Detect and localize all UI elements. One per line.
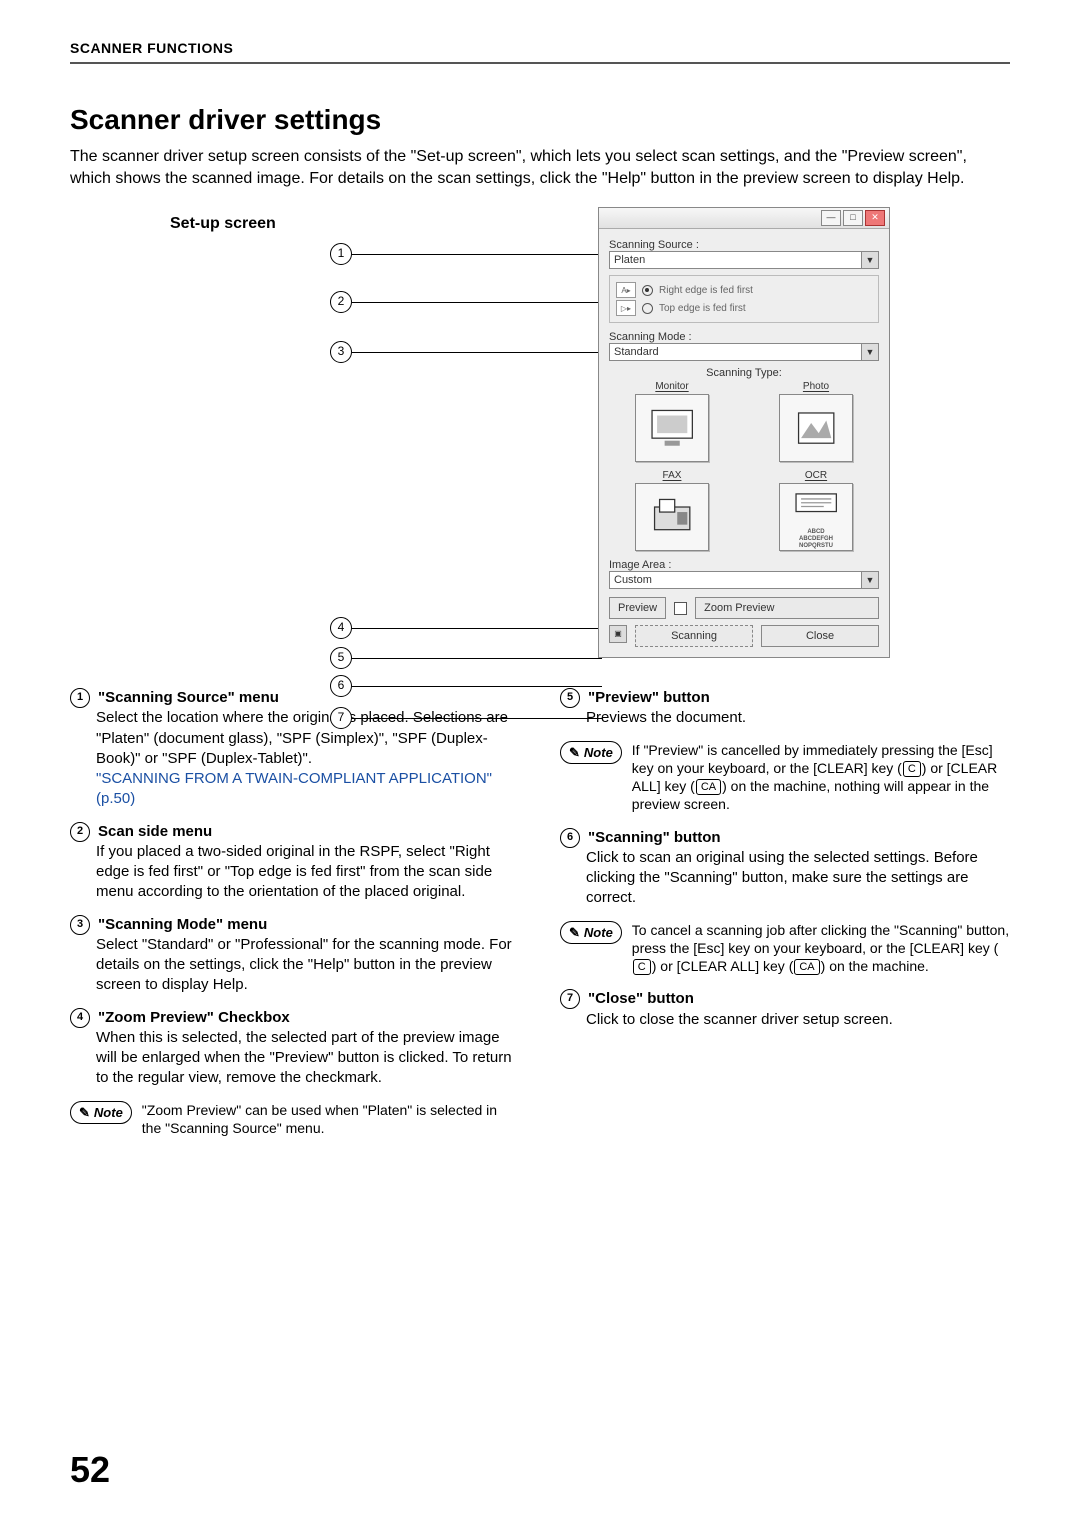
feed-side-group: A▸ Right edge is fed first ▷▸ Top edge i… <box>609 275 879 323</box>
feed-radio-top[interactable] <box>642 303 653 314</box>
type-photo[interactable]: Photo <box>753 381 879 462</box>
callout-1: 1 <box>330 243 352 265</box>
callout-2: 2 <box>330 291 352 313</box>
callout-7: 7 <box>330 707 352 729</box>
feed-label-right: Right edge is fed first <box>659 285 753 296</box>
type-fax[interactable]: FAX <box>609 470 735 551</box>
scanning-type-label: Scanning Type: <box>609 367 879 379</box>
item-head-5: "Preview" button <box>588 688 710 708</box>
type-ocr-label: OCR <box>753 470 879 481</box>
item-body-3: Select "Standard" or "Professional" for … <box>96 935 520 996</box>
item-number-1: 1 <box>70 688 90 708</box>
item-head-4: "Zoom Preview" Checkbox <box>98 1008 290 1028</box>
item-number-6: 6 <box>560 828 580 848</box>
page-number: 52 <box>70 1449 110 1491</box>
preview-button[interactable]: Preview <box>609 597 666 619</box>
item-number-7: 7 <box>560 989 580 1009</box>
type-ocr[interactable]: OCR ABCDABCDEFGHNOPQRSTU <box>753 470 879 551</box>
scanning-note: To cancel a scanning job after clicking … <box>632 921 1010 976</box>
feed-label-top: Top edge is fed first <box>659 303 746 314</box>
dialog-titlebar: — □ ✕ <box>599 208 889 229</box>
feed-icon-top: ▷▸ <box>616 300 636 316</box>
callout-4: 4 <box>330 617 352 639</box>
item-body-6: Click to scan an original using the sele… <box>586 848 1010 909</box>
item-number-3: 3 <box>70 915 90 935</box>
maximize-button[interactable]: □ <box>843 210 863 226</box>
zoom-preview-button[interactable]: Zoom Preview <box>695 597 879 619</box>
right-column: 5 "Preview" button Previews the document… <box>560 688 1010 1137</box>
setup-screen-label: Set-up screen <box>170 215 276 233</box>
item-number-2: 2 <box>70 822 90 842</box>
item-body-4: When this is selected, the selected part… <box>96 1028 520 1089</box>
note-badge: Note <box>70 1101 132 1125</box>
photo-icon <box>779 394 853 462</box>
type-photo-label: Photo <box>753 381 879 392</box>
fax-icon <box>635 483 709 551</box>
close-button[interactable]: Close <box>761 625 879 647</box>
type-fax-label: FAX <box>609 470 735 481</box>
item-head-7: "Close" button <box>588 989 694 1009</box>
section-title: Scanner driver settings <box>70 104 1010 136</box>
ocr-icon: ABCDABCDEFGHNOPQRSTU <box>779 483 853 551</box>
note-badge: Note <box>560 921 622 945</box>
item-body-5: Previews the document. <box>586 708 1010 728</box>
scanner-setup-dialog: — □ ✕ Scanning Source : Platen ▼ A▸ Righ… <box>598 207 890 658</box>
item-head-2: Scan side menu <box>98 822 212 842</box>
item-body-2: If you placed a two-sided original in th… <box>96 842 520 903</box>
scanning-mode-value: Standard <box>614 346 659 358</box>
scanning-mode-combo[interactable]: Standard ▼ <box>609 343 879 361</box>
zoom-preview-checkbox[interactable] <box>674 602 687 615</box>
note-badge: Note <box>560 741 622 765</box>
dialog-wrapper: 1 2 3 4 5 6 7 — <box>330 207 890 658</box>
item-head-1: "Scanning Source" menu <box>98 688 279 708</box>
scanning-mode-label: Scanning Mode : <box>609 331 879 343</box>
item-head-3: "Scanning Mode" menu <box>98 915 267 935</box>
type-monitor[interactable]: Monitor <box>609 381 735 462</box>
image-area-value: Custom <box>614 574 652 586</box>
image-area-combo[interactable]: Custom ▼ <box>609 571 879 589</box>
item-head-6: "Scanning" button <box>588 828 721 848</box>
feed-icon-right: A▸ <box>616 282 636 298</box>
callout-6: 6 <box>330 675 352 697</box>
left-note-text: "Zoom Preview" can be used when "Platen"… <box>142 1101 520 1137</box>
image-area-label: Image Area : <box>609 559 879 571</box>
item-number-4: 4 <box>70 1008 90 1028</box>
scanning-icon: ▣ <box>609 625 627 643</box>
minimize-button[interactable]: — <box>821 210 841 226</box>
header-breadcrumb: SCANNER FUNCTIONS <box>70 40 1010 64</box>
scanning-source-value: Platen <box>614 254 645 266</box>
preview-note: If "Preview" is cancelled by immediately… <box>632 741 1010 814</box>
item-link-1[interactable]: "SCANNING FROM A TWAIN-COMPLIANT APPLICA… <box>96 770 492 807</box>
scanning-source-label: Scanning Source : <box>609 239 879 251</box>
callout-3: 3 <box>330 341 352 363</box>
item-body-7: Click to close the scanner driver setup … <box>586 1010 1010 1030</box>
intro-paragraph: The scanner driver setup screen consists… <box>70 146 1010 189</box>
window-close-button[interactable]: ✕ <box>865 210 885 226</box>
type-monitor-label: Monitor <box>609 381 735 392</box>
scanning-source-combo[interactable]: Platen ▼ <box>609 251 879 269</box>
callout-5: 5 <box>330 647 352 669</box>
dropdown-arrow-icon: ▼ <box>861 344 878 360</box>
feed-radio-right[interactable] <box>642 285 653 296</box>
dropdown-arrow-icon: ▼ <box>861 252 878 268</box>
scanning-button[interactable]: Scanning <box>635 625 753 647</box>
left-column: 1 "Scanning Source" menu Select the loca… <box>70 688 520 1137</box>
dropdown-arrow-icon: ▼ <box>861 572 878 588</box>
monitor-icon <box>635 394 709 462</box>
